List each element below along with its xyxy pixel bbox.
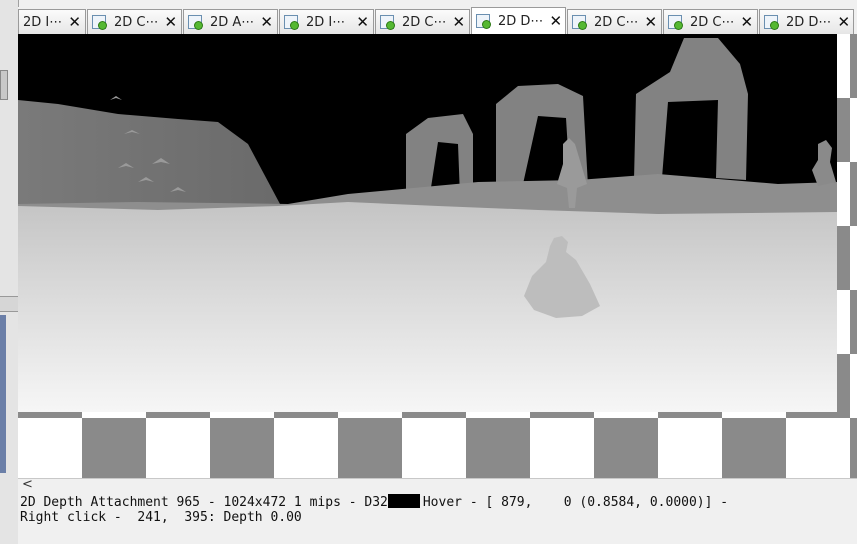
close-icon[interactable]: ✕	[350, 13, 369, 31]
texture-tab[interactable]: 2D I⋯ ✕	[18, 9, 86, 34]
texture-tab[interactable]: 2D D⋯ ✕	[759, 9, 854, 34]
status-line-hover: 2D Depth Attachment 965 - 1024x472 1 mip…	[20, 494, 728, 510]
close-icon[interactable]: ✕	[543, 12, 562, 30]
close-icon[interactable]: ✕	[254, 13, 273, 31]
ground-plane	[18, 202, 837, 412]
tab-label: 2D D⋯	[498, 13, 544, 29]
left-dock-strip	[0, 0, 19, 544]
texture-tab[interactable]: 2D C⋯ ✕	[87, 9, 182, 34]
close-icon[interactable]: ✕	[447, 13, 466, 31]
tab-label: 2D C⋯	[114, 14, 159, 30]
status-line-right-click: Right click - 241, 395: Depth 0.00	[20, 510, 302, 525]
close-icon[interactable]: ✕	[735, 13, 754, 31]
close-icon[interactable]: ✕	[159, 13, 178, 31]
texture-tab[interactable]: 2D C⋯ ✕	[663, 9, 758, 34]
scroll-left-arrow-icon[interactable]: <	[22, 477, 33, 492]
texture-icon	[764, 15, 779, 30]
texture-tab[interactable]: 2D I⋯ ✕	[279, 9, 374, 34]
close-icon[interactable]: ✕	[831, 13, 850, 31]
texture-tab-strip: 2D I⋯ ✕ 2D C⋯ ✕ 2D A⋯ ✕ 2D I⋯ ✕ 2D C⋯ ✕ 2D D⋯ ✕ 2D C…	[18, 7, 857, 34]
texture-icon	[476, 14, 491, 29]
close-icon[interactable]: ✕	[639, 13, 658, 31]
pixel-color-swatch	[387, 494, 420, 508]
texture-icon	[188, 15, 203, 30]
texture-viewer[interactable]	[18, 34, 857, 478]
texture-icon	[668, 15, 683, 30]
depth-attachment-image[interactable]	[18, 34, 837, 412]
status-hover-text: Hover - [ 879, 0 (0.8584, 0.0000)] -	[422, 495, 729, 510]
horizontal-scrollbar[interactable]: <	[18, 477, 857, 493]
tab-label: 2D C⋯	[402, 14, 447, 30]
texture-tab[interactable]: 2D C⋯ ✕	[375, 9, 470, 34]
texture-tab[interactable]: 2D A⋯ ✕	[183, 9, 278, 34]
tab-label: 2D I⋯	[306, 14, 346, 30]
texture-icon	[92, 15, 107, 30]
close-icon[interactable]: ✕	[62, 13, 81, 31]
status-bar: 2D Depth Attachment 965 - 1024x472 1 mip…	[18, 492, 857, 544]
dock-separator[interactable]	[0, 296, 18, 312]
texture-tab[interactable]: 2D C⋯ ✕	[567, 9, 662, 34]
texture-icon	[284, 15, 299, 30]
texture-icon	[572, 15, 587, 30]
tab-label: 2D C⋯	[594, 14, 639, 30]
texture-tab[interactable]: 2D D⋯ ✕	[471, 7, 566, 34]
status-format-text: 2D Depth Attachment 965 - 1024x472 1 mip…	[20, 495, 388, 510]
texture-icon	[380, 15, 395, 30]
tab-label: 2D A⋯	[210, 14, 255, 30]
dock-side-panel	[0, 315, 6, 473]
tab-label: 2D C⋯	[690, 14, 735, 30]
tab-label: 2D D⋯	[786, 14, 832, 30]
tab-label: 2D I⋯	[23, 14, 63, 30]
dock-grip[interactable]	[0, 70, 8, 100]
